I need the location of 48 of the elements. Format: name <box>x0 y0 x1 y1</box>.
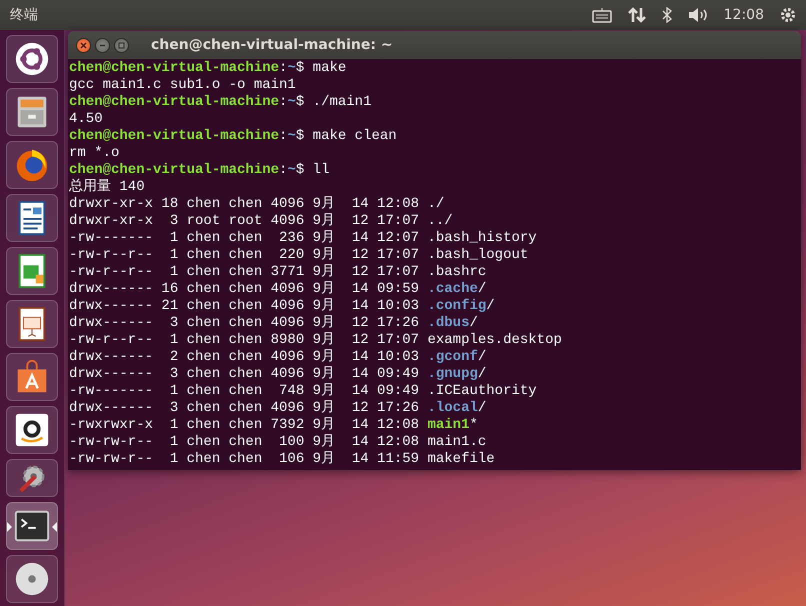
listing-line: -rw-r--r-- 1 chen chen 220 9月 12 17:07 .bash_logout <box>69 247 528 264</box>
listing-line: drwxr-xr-x 3 root root 4096 9月 12 17:07 ../ <box>69 213 453 230</box>
output-line: 总用量 140 <box>69 179 145 196</box>
launcher-item[interactable] <box>6 35 58 83</box>
keyboard-icon[interactable] <box>592 7 612 23</box>
launcher-item[interactable] <box>6 194 58 242</box>
output-line: 4.50 <box>69 111 103 128</box>
launcher-item[interactable] <box>6 353 58 401</box>
launcher-item[interactable] <box>6 247 58 295</box>
listing-line: drwx------ 3 chen chen 4096 9月 14 09:49 .gnupg/ <box>69 366 486 383</box>
settings-icon[interactable] <box>780 7 796 23</box>
listing-line: drwxr-xr-x 18 chen chen 4096 9月 14 12:08 ./ <box>69 196 444 213</box>
launcher-item[interactable] <box>6 300 58 348</box>
listing-line: drwx------ 3 chen chen 4096 9月 12 17:26 .dbus/ <box>69 315 478 332</box>
listing-line: -rw-rw-r-- 1 chen chen 100 9月 14 12:08 main1.c <box>69 434 486 451</box>
bluetooth-icon[interactable] <box>662 7 672 23</box>
close-icon <box>80 42 87 48</box>
clock[interactable]: 12:08 <box>724 7 764 23</box>
minimize-button[interactable] <box>95 38 110 52</box>
launcher-item[interactable] <box>6 88 58 136</box>
window-title: chen@chen-virtual-machine: ~ <box>151 37 393 53</box>
command-line: chen@chen-virtual-machine:~$ ./main1 <box>69 94 372 111</box>
command-line: chen@chen-virtual-machine:~$ make clean <box>69 128 397 145</box>
app-name: 终端 <box>10 6 39 24</box>
network-arrows-icon[interactable] <box>628 7 646 23</box>
listing-line: drwx------ 3 chen chen 4096 9月 12 17:26 .local/ <box>69 400 486 417</box>
listing-line: -rw-r--r-- 1 chen chen 8980 9月 12 17:07 examples.desktop <box>69 332 562 349</box>
launcher-item[interactable] <box>6 502 58 550</box>
output-line: rm *.o <box>69 145 120 162</box>
listing-line: drwx------ 16 chen chen 4096 9月 14 09:59 .cache/ <box>69 281 486 298</box>
square-icon <box>118 42 125 48</box>
command-line: chen@chen-virtual-machine:~$ ll <box>69 162 330 178</box>
listing-line: drwx------ 2 chen chen 4096 9月 14 10:03 .gconf/ <box>69 349 486 366</box>
launcher-item[interactable] <box>6 555 58 603</box>
command-line: chen@chen-virtual-machine:~$ make <box>69 60 346 77</box>
listing-line: -rw-r--r-- 1 chen chen 3771 9月 12 17:07 .bashrc <box>69 264 486 281</box>
close-button[interactable] <box>76 38 91 52</box>
disc-icon <box>13 560 51 598</box>
maximize-button[interactable] <box>114 38 129 52</box>
listing-line: -rw-rw-r-- 1 chen chen 106 9月 14 11:59 makefile <box>69 451 495 468</box>
output-line: gcc main1.c sub1.o -o main1 <box>69 77 296 94</box>
launcher-item[interactable] <box>6 406 58 454</box>
listing-line: -rw------- 1 chen chen 236 9月 14 12:07 .bash_history <box>69 230 537 247</box>
listing-line: drwx------ 21 chen chen 4096 9月 14 10:03 .config/ <box>69 298 495 315</box>
listing-line: -rw------- 1 chen chen 748 9月 14 09:49 .ICEauthority <box>69 383 537 400</box>
volume-icon[interactable] <box>688 7 708 23</box>
launcher-item[interactable] <box>6 141 58 189</box>
listing-line: -rwxrwxr-x 1 chen chen 7392 9月 14 12:08 main1* <box>69 417 478 434</box>
